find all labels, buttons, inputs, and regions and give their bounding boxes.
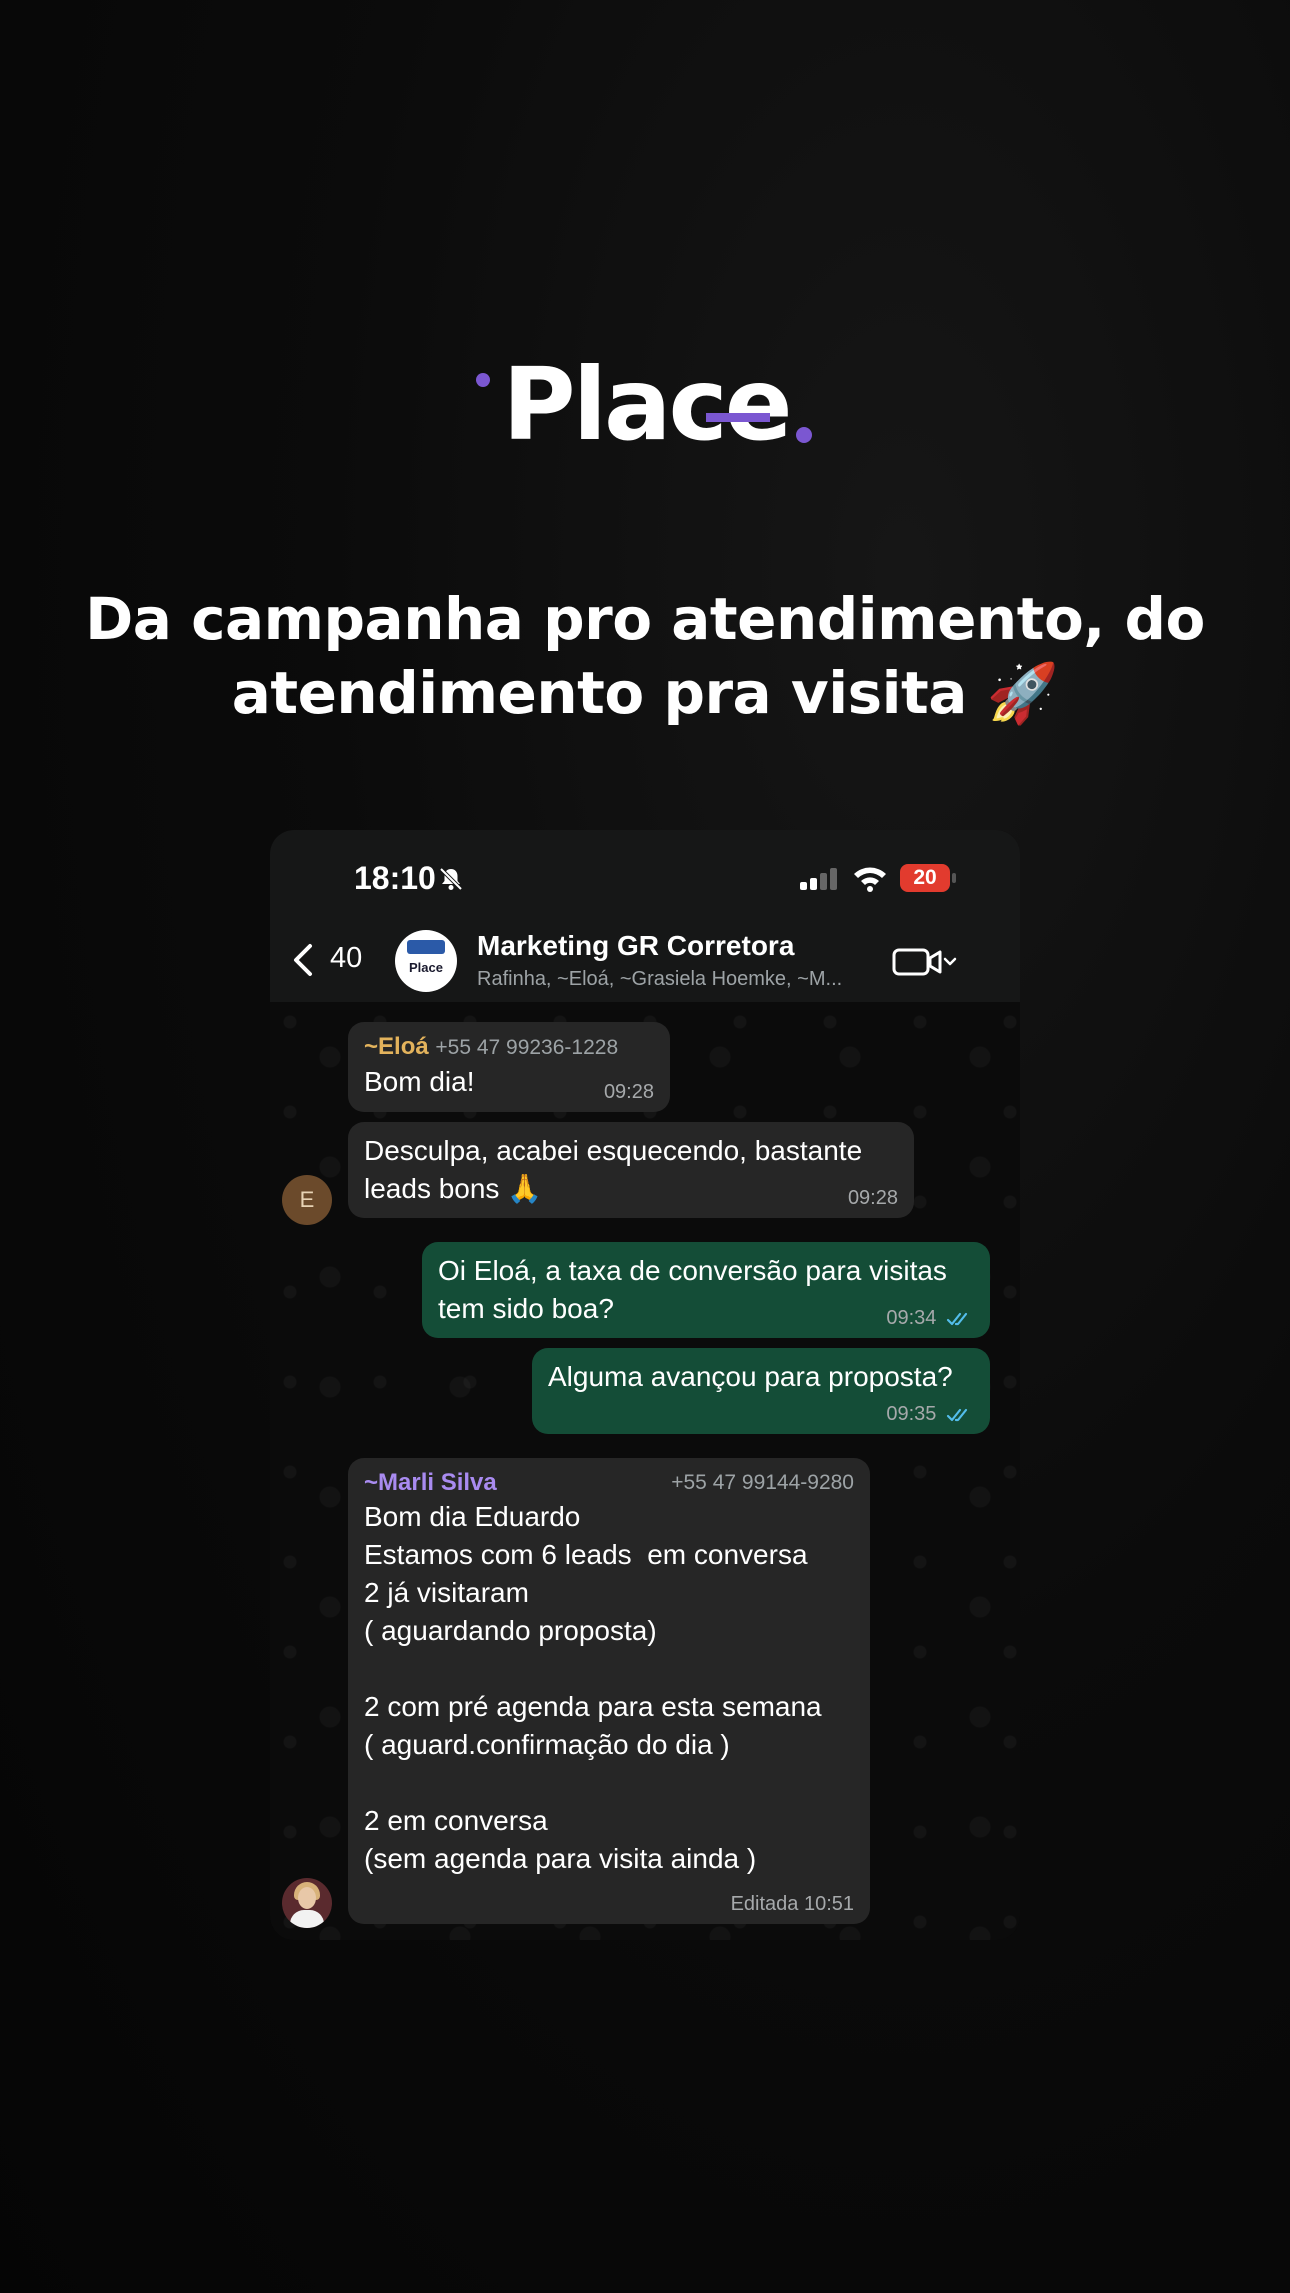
message-text: 2 já visitaram [364,1577,529,1608]
read-ticks-icon [946,1312,968,1325]
chat-area[interactable]: ~Eloá +55 47 99236-1228 Bom dia! 09:28 E… [270,1002,1020,1940]
logo-accent-bar [705,413,770,422]
message-text: (sem agenda para visita ainda ) [364,1843,757,1874]
message-text: Estamos com 6 leads em conversa [364,1539,808,1570]
status-time: 18:10 [354,860,436,896]
message-text: Oi Eloá, a taxa de conversão para visita… [438,1255,947,1286]
battery-indicator: 20 [900,864,950,892]
battery-nub [952,873,956,883]
group-avatar[interactable]: Place [395,930,457,992]
group-name[interactable]: Marketing GR Corretora [477,930,794,962]
place-logo: Place [0,350,1290,460]
logo-wordmark: Place [502,346,792,463]
cellular-signal-icon [800,868,837,890]
message-text: Bom dia Eduardo [364,1501,581,1532]
message-text: leads bons 🙏 [364,1173,543,1204]
message-text: 2 com pré agenda para esta semana [364,1691,822,1722]
back-chevron-icon[interactable] [290,940,316,980]
message-bubble[interactable]: Desculpa, acabei esquecendo, bastante le… [348,1122,914,1218]
sender-name: ~Eloá [364,1033,429,1060]
message-text: ( aguard.confirmação do dia ) [364,1729,730,1760]
message-time: 09:35 [886,1403,937,1425]
message-time: 09:28 [603,1081,654,1103]
message-bubble[interactable]: Oi Eloá, a taxa de conversão para visita… [422,1242,990,1338]
headline: Da campanha pro atendimento, do atendime… [60,582,1230,730]
message-bubble[interactable]: ~Eloá +55 47 99236-1228 Bom dia! 09:28 [348,1022,670,1112]
message-bubble[interactable]: Alguma avançou para proposta? 09:35 [532,1348,990,1434]
message-bubble[interactable]: ~Marli Silva +55 47 99144-9280 Bom dia E… [348,1458,870,1924]
group-avatar-badge [407,940,445,954]
message-time: Editada 10:51 [730,1893,854,1915]
message-text: 2 em conversa [364,1805,548,1836]
video-call-icon[interactable] [892,944,958,980]
avatar[interactable]: E [282,1175,332,1225]
unread-count[interactable]: 40 [330,942,362,975]
logo-period-dot [795,427,812,443]
wifi-icon [854,867,886,892]
message-text: Alguma avançou para proposta? [548,1361,953,1392]
group-avatar-text: Place [409,960,443,975]
headline-line-2: atendimento pra visita 🚀 [231,659,1059,727]
sender-name: ~Marli Silva [364,1469,497,1496]
chat-header: 40 Place Marketing GR Corretora Rafinha,… [270,924,1020,1002]
bell-muted-icon [439,867,463,891]
message-text [364,1650,854,1688]
logo-dot-icon [476,373,491,387]
message-text [364,1764,854,1802]
message-text: Desculpa, acabei esquecendo, bastante [364,1135,863,1166]
sender-phone: +55 47 99236-1228 [435,1036,619,1059]
status-bar: 18:10 20 [270,830,1020,924]
headline-line-1: Da campanha pro atendimento, do [85,585,1205,653]
message-time: 09:28 [847,1187,898,1209]
read-ticks-icon [946,1408,968,1421]
phone-screenshot: 18:10 20 40 Place Marketing GR Corretora… [270,830,1020,1940]
sender-phone: +55 47 99144-9280 [671,1471,854,1494]
message-text: ( aguardando proposta) [364,1615,657,1646]
group-members: Rafinha, ~Eloá, ~Grasiela Hoemke, ~M... [477,968,843,990]
message-time: 09:34 [886,1307,937,1329]
avatar[interactable] [282,1878,332,1928]
